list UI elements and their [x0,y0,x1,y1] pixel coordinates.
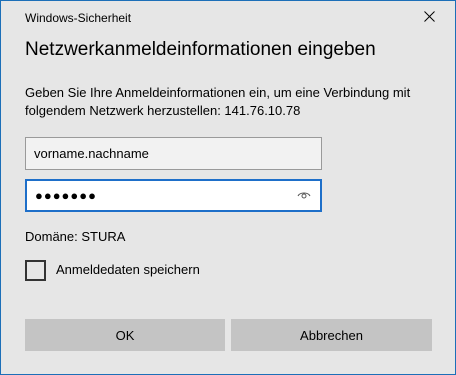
credential-dialog: Windows-Sicherheit Netzwerkanmeldeinform… [0,0,456,375]
ok-button[interactable]: OK [25,319,225,351]
password-masked-value: ●●●●●●● [35,188,97,203]
window-title: Windows-Sicherheit [25,11,132,25]
close-icon [423,9,435,27]
remember-label: Anmeldedaten speichern [56,262,200,277]
username-field[interactable]: vorname.nachname [25,137,322,170]
password-field[interactable]: ●●●●●●● [25,179,322,212]
remember-checkbox[interactable] [25,259,46,281]
dialog-heading: Netzwerkanmeldeinformationen eingeben [25,39,376,60]
close-button[interactable] [411,5,447,31]
domain-label: Domäne: STURA [25,229,126,244]
reveal-password-button[interactable] [292,184,316,207]
dialog-description: Geben Sie Ihre Anmeldeinformationen ein,… [25,85,411,118]
cancel-button[interactable]: Abbrechen [231,319,432,351]
eye-icon [297,187,311,205]
remember-credentials-option[interactable]: Anmeldedaten speichern [25,259,200,281]
